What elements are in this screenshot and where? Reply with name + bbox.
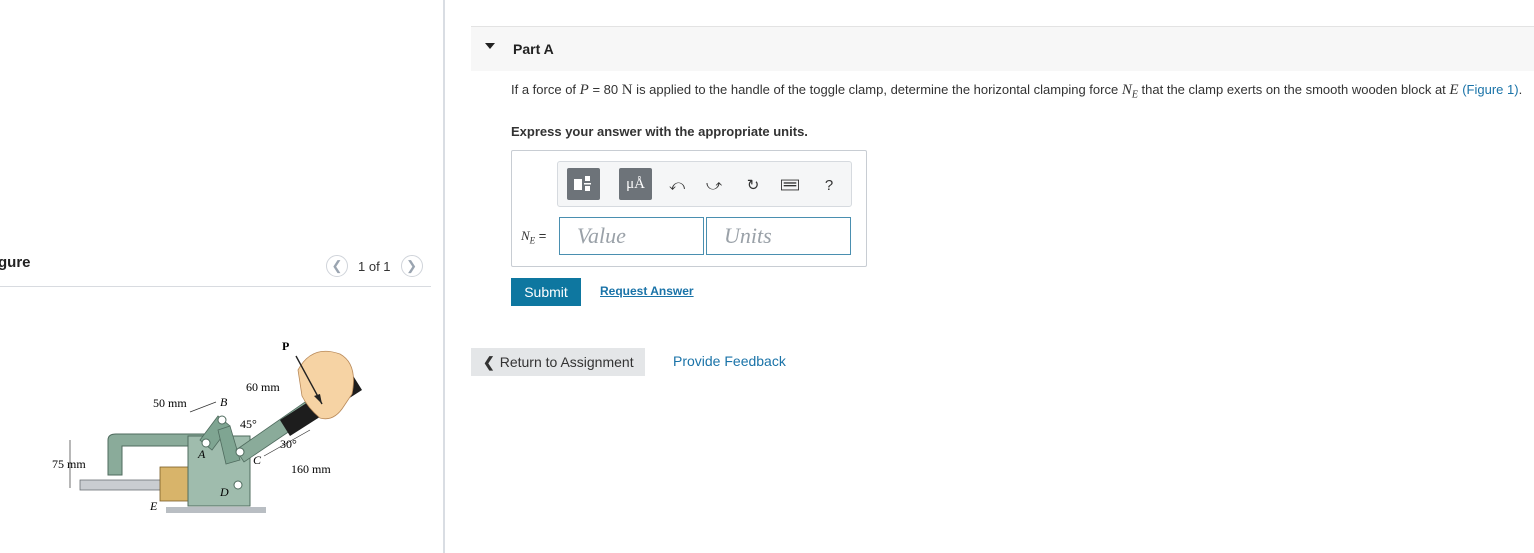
next-figure-button[interactable]: ❯ (400, 255, 423, 277)
wooden-block (159, 466, 189, 502)
chevron-right-icon: ❯ (406, 258, 417, 273)
value-input[interactable]: Value (559, 217, 704, 255)
reset-icon[interactable]: ↻ (744, 176, 762, 194)
templates-icon (573, 176, 591, 191)
chevron-left-icon: ❮ (331, 258, 343, 273)
provide-feedback-link[interactable]: Provide Feedback (673, 353, 786, 369)
figure-panel: gure ❮ 1 of 1 ❯ P 60 mm 50 mm B 45° 30° … (0, 0, 443, 553)
units-button[interactable]: μÅ (619, 168, 652, 200)
pin-a (201, 438, 211, 448)
pin-c (235, 447, 245, 457)
figure-link[interactable]: (Figure 1) (1462, 82, 1518, 97)
toggle-clamp-figure[interactable]: P 60 mm 50 mm B 45° 30° 75 mm A C 160 mm… (40, 330, 380, 530)
label-d: D (219, 485, 229, 499)
label-45deg: 45° (240, 417, 257, 431)
pin-b (217, 415, 227, 425)
part-header[interactable] (471, 26, 1534, 71)
label-b: B (220, 395, 228, 409)
math-toolbar: μÅ ⤺ ⤻ ↻ ? (557, 161, 852, 207)
label-50mm: 50 mm (153, 396, 187, 410)
help-button[interactable]: ? (820, 176, 838, 194)
figure-divider (0, 286, 431, 287)
figure-base (166, 507, 266, 513)
label-160mm: 160 mm (291, 462, 331, 476)
label-p: P (282, 339, 289, 353)
return-to-assignment-button[interactable]: ❮ Return to Assignment (471, 348, 645, 376)
label-a: A (197, 447, 206, 461)
dim-50 (189, 401, 217, 413)
figure-counter: 1 of 1 (358, 258, 391, 274)
chevron-left-icon: ❮ (483, 353, 495, 370)
submit-button[interactable]: Submit (511, 278, 581, 306)
pin-d (233, 480, 243, 490)
instruction-text: Express your answer with the appropriate… (511, 124, 808, 139)
label-75mm: 75 mm (52, 457, 86, 471)
units-input[interactable]: Units (706, 217, 851, 255)
label-60mm: 60 mm (246, 380, 280, 394)
figure-title: gure (0, 254, 31, 271)
keyboard-icon[interactable] (781, 176, 799, 194)
label-e: E (149, 499, 158, 513)
request-answer-link[interactable]: Request Answer (600, 284, 694, 298)
caret-down-icon[interactable] (485, 43, 495, 49)
answer-label: NE = (521, 228, 547, 246)
figure-pager: ❮ 1 of 1 ❯ (326, 255, 423, 277)
part-title[interactable]: Part A (513, 41, 554, 57)
undo-icon[interactable]: ⤺ (668, 176, 686, 194)
templates-button[interactable] (567, 168, 600, 200)
label-c: C (253, 453, 262, 467)
question-text: If a force of P = 80 N is applied to the… (511, 82, 1523, 101)
redo-icon[interactable]: ⤻ (705, 176, 723, 194)
clamp-screw (79, 479, 163, 491)
prev-figure-button[interactable]: ❮ (326, 255, 348, 277)
return-label: Return to Assignment (499, 354, 634, 370)
panel-divider[interactable] (443, 0, 445, 553)
label-30deg: 30° (280, 437, 297, 451)
